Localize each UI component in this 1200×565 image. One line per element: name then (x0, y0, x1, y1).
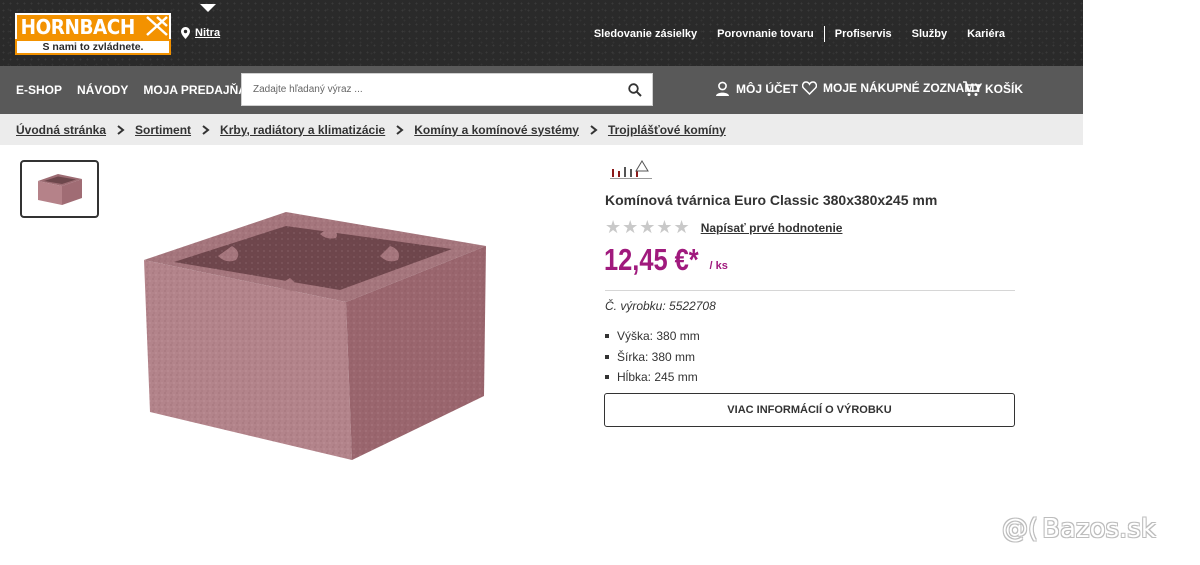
cart-label: KOŠÍK (985, 82, 1024, 96)
spec-height: Výška: 380 mm (605, 326, 700, 347)
breadcrumb-fireplaces[interactable]: Krby, radiátory a klimatizácie (220, 123, 385, 137)
chevron-right-icon (590, 124, 598, 135)
article-number: Č. výrobku: 5522708 (605, 299, 716, 313)
search-icon[interactable] (628, 83, 642, 97)
nav-guides[interactable]: NÁVODY (77, 83, 128, 97)
watermark-symbol: @( (1002, 514, 1039, 544)
divider (605, 290, 1015, 291)
spec-depth: Hĺbka: 245 mm (605, 367, 700, 388)
bazos-watermark: @( Bazos.sk (1002, 514, 1156, 544)
search-input[interactable] (242, 74, 612, 105)
location-pin-icon (181, 27, 190, 39)
cart-button[interactable]: KOŠÍK (962, 81, 1023, 97)
top-header: HORNBACH S nami to zvládnete. Nitra Sled… (0, 0, 1083, 66)
hornbach-logo[interactable]: HORNBACH S nami to zvládnete. (15, 13, 171, 55)
logo-text: HORNBACH (20, 15, 136, 39)
product-thumbnail[interactable] (20, 160, 99, 218)
shopping-lists-label: MOJE NÁKUPNÉ ZOZNAMY (823, 81, 983, 95)
breadcrumb: Úvodná stránka Sortiment Krby, radiátory… (0, 114, 1083, 145)
heart-icon (802, 81, 817, 95)
nav-eshop[interactable]: E-SHOP (16, 83, 62, 97)
logo-mark-icon (146, 16, 168, 36)
breadcrumb-triple-wall[interactable]: Trojplášťové komíny (608, 123, 726, 137)
chevron-right-icon (202, 124, 210, 135)
search-box (241, 73, 653, 106)
price-value: 12,45 €* (604, 242, 699, 277)
product-title: Komínová tvárnica Euro Classic 380x380x2… (605, 192, 938, 208)
top-links: Sledovanie zásielky Porovnanie tovaru Pr… (584, 26, 1015, 42)
chevron-right-icon (117, 124, 125, 135)
store-name: Nitra (195, 27, 221, 39)
more-info-button[interactable]: VIAC INFORMÁCIÍ O VÝROBKU (604, 393, 1015, 427)
star-rating-icon: ★★★★★ (605, 217, 691, 237)
link-tracking[interactable]: Sledovanie zásielky (584, 28, 707, 40)
nav-links: E-SHOP NÁVODY MOJA PREDAJŇA (16, 83, 247, 97)
user-icon (716, 81, 729, 96)
link-compare[interactable]: Porovnanie tovaru (707, 28, 824, 40)
breadcrumb-chimneys[interactable]: Komíny a komínové systémy (414, 123, 579, 137)
account-label: MÔJ ÚČET (736, 82, 799, 96)
nav-my-store[interactable]: MOJA PREDAJŇA (143, 83, 247, 97)
brand-logo[interactable] (606, 157, 654, 181)
breadcrumb-home[interactable]: Úvodná stránka (16, 123, 106, 137)
link-career[interactable]: Kariéra (957, 28, 1015, 40)
logo-slogan: S nami to zvládnete. (15, 39, 171, 55)
shopping-lists-button[interactable]: MOJE NÁKUPNÉ ZOZNAMY (802, 81, 982, 95)
link-services[interactable]: Služby (902, 28, 957, 40)
cart-icon (963, 81, 980, 96)
store-notch (200, 4, 216, 12)
spec-width: Šírka: 380 mm (605, 347, 700, 368)
rating: ★★★★★ Napísať prvé hodnotenie (605, 217, 842, 238)
chimney-block-thumb-image (37, 174, 82, 205)
price: 12,45 €* / ks (604, 244, 728, 275)
chimney-block-product-image (144, 212, 486, 460)
account-button[interactable]: MÔJ ÚČET (714, 81, 798, 97)
price-unit: / ks (709, 260, 728, 272)
spec-list: Výška: 380 mm Šírka: 380 mm Hĺbka: 245 m… (605, 326, 700, 388)
breadcrumb-assortment[interactable]: Sortiment (135, 123, 191, 137)
watermark-text: Bazos.sk (1042, 514, 1156, 544)
write-review-link[interactable]: Napísať prvé hodnotenie (701, 221, 843, 235)
store-selector[interactable]: Nitra (181, 27, 220, 39)
link-profiservis[interactable]: Profiservis (825, 28, 902, 40)
chevron-right-icon (396, 124, 404, 135)
main-nav: E-SHOP NÁVODY MOJA PREDAJŇA MÔJ ÚČET MOJ… (0, 66, 1083, 114)
